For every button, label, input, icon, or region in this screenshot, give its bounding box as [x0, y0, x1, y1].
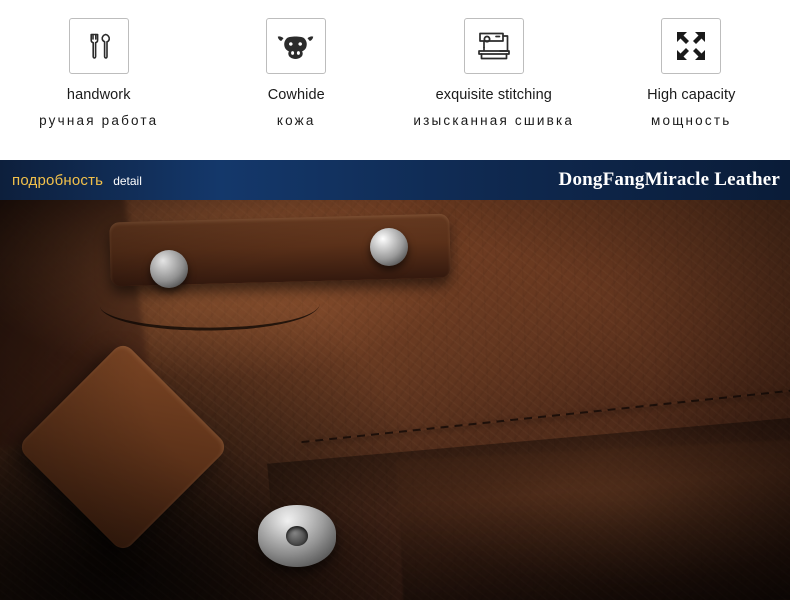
feature-item-capacity: High capacity мощность: [593, 0, 790, 160]
section-title-en: detail: [113, 173, 142, 188]
metal-stud: [370, 228, 408, 266]
product-detail-photo: NO.88.3.3-3 DONGFANGMIRACLE: [0, 200, 790, 600]
brand-name: DongFangMiracle Leather: [558, 169, 780, 190]
feature-label-en: handwork: [66, 87, 131, 103]
feature-label-ru: ручная работа: [39, 113, 159, 128]
metal-stud: [150, 250, 188, 288]
magnetic-snap-hole: [286, 526, 308, 546]
sewing-machine-icon: [463, 18, 524, 74]
feature-label-ru: мощность: [651, 113, 732, 128]
expand-arrows-icon: [661, 18, 722, 74]
feature-label-en: High capacity: [647, 87, 736, 103]
feature-label-ru: изысканная сшивка: [413, 113, 575, 128]
feature-item-cowhide: Cowhide кожа: [198, 0, 396, 160]
section-title-group: подробность detail: [0, 172, 142, 189]
section-title-ru: подробность: [12, 171, 104, 189]
feature-item-stitching: exquisite stitching изысканная сшивка: [395, 0, 593, 160]
feature-strip: handwork ручная работа Cowhide кожа exqu…: [0, 0, 790, 160]
feature-label-ru: кожа: [276, 113, 316, 128]
magnetic-snap: [258, 505, 336, 567]
product-detail-page: handwork ручная работа Cowhide кожа exqu…: [0, 0, 790, 600]
tools-icon: [68, 18, 129, 74]
feature-label-en: exquisite stitching: [435, 87, 552, 103]
cow-icon: [266, 18, 327, 74]
feature-item-handwork: handwork ручная работа: [0, 0, 198, 160]
section-title-bar: подробность detail DongFangMiracle Leath…: [0, 160, 790, 200]
feature-label-en: Cowhide: [267, 87, 325, 103]
